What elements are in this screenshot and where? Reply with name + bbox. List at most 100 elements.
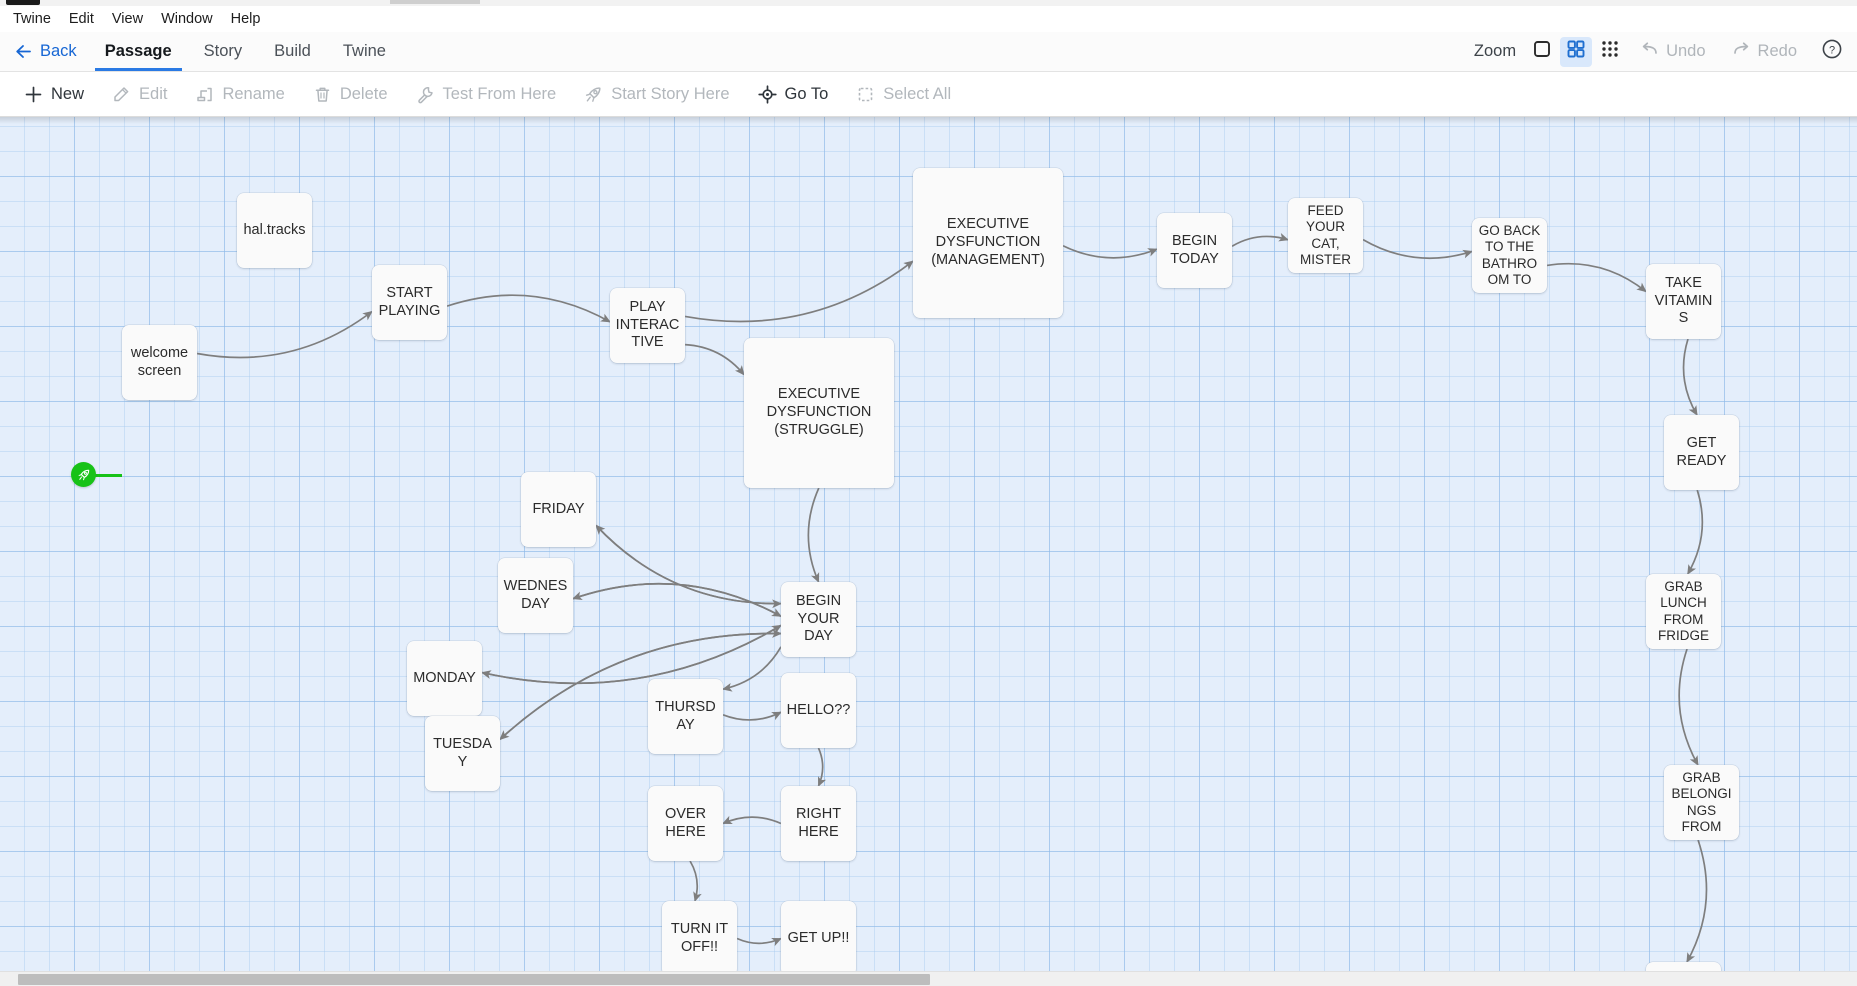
svg-text:?: ? bbox=[1829, 44, 1835, 56]
tab-story[interactable]: Story bbox=[188, 32, 259, 71]
undo-button[interactable]: Undo bbox=[1628, 40, 1717, 64]
delete-passage-label: Delete bbox=[339, 84, 388, 103]
test-from-here-button[interactable]: Test From Here bbox=[402, 77, 571, 111]
tab-passage[interactable]: Passage bbox=[89, 32, 188, 71]
menu-item-twine[interactable]: Twine bbox=[4, 9, 60, 29]
menu-item-window[interactable]: Window bbox=[152, 9, 222, 29]
passage-node[interactable]: TUESDAY bbox=[425, 716, 500, 791]
passage-node[interactable]: GO BACK TO THE BATHROOM TO bbox=[1472, 218, 1547, 293]
passage-node[interactable]: WEDNESDAY bbox=[498, 558, 573, 633]
select-all-button[interactable]: Select All bbox=[842, 77, 965, 111]
window-title-blob bbox=[6, 0, 40, 5]
passage-node[interactable]: FRIDAY bbox=[521, 472, 596, 547]
redo-button[interactable]: Redo bbox=[1720, 40, 1809, 64]
start-connector-line bbox=[94, 474, 122, 477]
passage-node[interactable]: PLAY INTERACTIVE bbox=[610, 288, 685, 363]
passage-link bbox=[807, 487, 820, 583]
horizontal-scrollbar-track[interactable] bbox=[0, 971, 1857, 986]
new-passage-button[interactable]: New bbox=[10, 77, 98, 111]
passage-link bbox=[446, 294, 611, 323]
crosshair-icon bbox=[757, 84, 777, 104]
passage-name: GET UP!! bbox=[787, 929, 850, 946]
tab-build[interactable]: Build bbox=[258, 32, 327, 71]
delete-passage-button[interactable]: Delete bbox=[299, 77, 402, 111]
passage-link bbox=[722, 711, 782, 721]
passage-node[interactable]: GET READY bbox=[1664, 415, 1739, 490]
passage-name: OVER HERE bbox=[664, 805, 707, 840]
passage-link bbox=[684, 260, 914, 323]
passage-name: FEED YOUR CAT, MISTER bbox=[1299, 202, 1351, 267]
start-story-here-button[interactable]: Start Story Here bbox=[570, 77, 743, 111]
window-titlebar bbox=[0, 0, 1857, 6]
passage-link bbox=[1678, 648, 1699, 766]
menu-item-edit[interactable]: Edit bbox=[60, 9, 103, 29]
undo-button-label: Undo bbox=[1666, 42, 1706, 60]
passage-name: BEGIN YOUR DAY bbox=[795, 592, 842, 645]
select-all-label: Select All bbox=[883, 84, 952, 103]
menu-item-view[interactable]: View bbox=[103, 9, 152, 29]
rename-passage-button[interactable]: Rename bbox=[181, 77, 298, 111]
menu-item-help[interactable]: Help bbox=[222, 9, 270, 29]
passage-node[interactable]: BEGIN YOUR DAY bbox=[781, 582, 856, 657]
passage-node[interactable]: welcome screen bbox=[122, 325, 197, 400]
edit-passage-button[interactable]: Edit bbox=[98, 77, 181, 111]
tab-twine[interactable]: Twine bbox=[327, 32, 402, 71]
passage-node[interactable]: hal.tracks bbox=[237, 193, 312, 268]
passage-node[interactable]: EXECUTIVE DYSFUNCTION (MANAGEMENT) bbox=[913, 168, 1063, 318]
passage-node[interactable]: GRAB LUNCH FROM FRIDGE bbox=[1646, 574, 1721, 649]
passage-name: EXECUTIVE DYSFUNCTION (MANAGEMENT) bbox=[931, 216, 1045, 268]
tab-story-label: Story bbox=[203, 42, 243, 60]
passage-name: TAKE VITAMINS bbox=[1654, 274, 1713, 327]
passage-name: MONDAY bbox=[413, 669, 476, 686]
story-map-canvas[interactable]: hal.tracks welcome screen START PLAYING PLA… bbox=[0, 117, 1857, 986]
passage-node[interactable]: START PLAYING bbox=[372, 265, 447, 340]
passage-name: GRAB BELONGINGS FROM bbox=[1671, 769, 1732, 834]
single-square-icon bbox=[1532, 39, 1552, 64]
arrow-left-icon bbox=[14, 42, 33, 61]
trash-icon bbox=[313, 85, 332, 104]
passage-name: WEDNESDAY bbox=[503, 577, 568, 612]
zoom-level-small-button[interactable] bbox=[1594, 37, 1626, 67]
passage-name: EXECUTIVE DYSFUNCTION (STRUGGLE) bbox=[766, 386, 872, 438]
grid-3x3-dots-icon bbox=[1600, 39, 1620, 64]
action-toolbar: New Edit Rename Delete Test From Here St… bbox=[0, 72, 1857, 117]
back-button[interactable]: Back bbox=[8, 32, 89, 71]
tabbar: Back Passage Story Build Twine Zoom Undo… bbox=[0, 32, 1857, 72]
passage-link bbox=[499, 632, 782, 741]
redo-arrow-icon bbox=[1732, 40, 1751, 64]
passage-node[interactable]: GET UP!! bbox=[781, 901, 856, 976]
passage-name: BEGIN TODAY bbox=[1170, 232, 1219, 267]
tabbar-right-controls: Zoom Undo Redo ? bbox=[1474, 32, 1857, 71]
passage-node[interactable]: HELLO?? bbox=[781, 673, 856, 748]
passage-link bbox=[684, 343, 745, 376]
passage-node[interactable]: RIGHT HERE bbox=[781, 786, 856, 861]
passage-name: HELLO?? bbox=[786, 701, 851, 718]
passage-node[interactable]: THURSDAY bbox=[648, 679, 723, 754]
passage-node[interactable]: TURN IT OFF!! bbox=[662, 901, 737, 976]
passage-name: START PLAYING bbox=[378, 284, 441, 319]
horizontal-scrollbar-thumb[interactable] bbox=[18, 974, 930, 985]
rename-icon bbox=[195, 85, 214, 104]
passage-node[interactable]: TAKE VITAMINS bbox=[1646, 264, 1721, 339]
help-button[interactable]: ? bbox=[1817, 37, 1847, 67]
passage-node[interactable]: FEED YOUR CAT, MISTER bbox=[1288, 198, 1363, 273]
go-to-button[interactable]: Go To bbox=[744, 77, 843, 111]
passage-link bbox=[595, 524, 783, 609]
passage-link bbox=[689, 860, 702, 902]
zoom-level-medium-button[interactable] bbox=[1560, 36, 1593, 67]
passage-node[interactable]: MONDAY bbox=[407, 641, 482, 716]
redo-button-label: Redo bbox=[1757, 42, 1797, 60]
new-passage-label: New bbox=[51, 84, 85, 103]
passage-node[interactable]: GRAB BELONGINGS FROM bbox=[1664, 765, 1739, 840]
passage-link bbox=[1686, 839, 1708, 963]
passage-node[interactable]: BEGIN TODAY bbox=[1157, 213, 1232, 288]
passage-name: TURN IT OFF!! bbox=[670, 920, 729, 955]
edit-passage-label: Edit bbox=[139, 84, 168, 103]
zoom-level-large-button[interactable] bbox=[1526, 37, 1558, 67]
passage-name: PLAY INTERACTIVE bbox=[615, 298, 680, 351]
passage-node[interactable]: EXECUTIVE DYSFUNCTION (STRUGGLE) bbox=[744, 338, 894, 488]
passage-node[interactable]: OVER HERE bbox=[648, 786, 723, 861]
start-passage-marker[interactable] bbox=[71, 462, 96, 487]
passage-name: hal.tracks bbox=[243, 221, 306, 238]
zoom-label: Zoom bbox=[1473, 42, 1517, 60]
